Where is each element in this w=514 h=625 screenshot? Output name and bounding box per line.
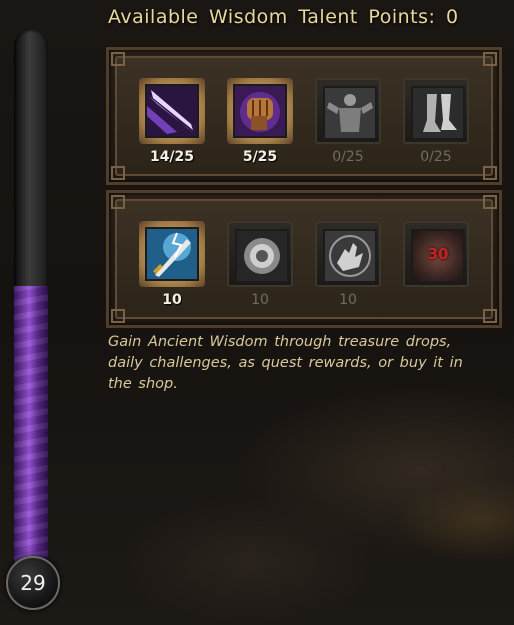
blade-slash-icon <box>145 84 199 138</box>
talent-points-warrior: 0/25 <box>332 149 364 165</box>
talent-slot-fist[interactable] <box>227 78 293 144</box>
talent-slot-legs[interactable] <box>403 78 469 144</box>
warrior-stance-icon <box>323 86 377 140</box>
wisdom-description: Gain Ancient Wisdom through treasure dro… <box>108 334 463 392</box>
talent-slot-warrior[interactable] <box>315 78 381 144</box>
talent-slot-locked[interactable]: 30 <box>403 221 469 287</box>
swirl-orb-icon <box>235 229 289 283</box>
available-points-title: Available Wisdom Talent Points: 0 <box>108 6 459 28</box>
sword-lightning-icon <box>145 227 199 281</box>
wisdom-level-bar <box>14 30 48 575</box>
talent-points-hand: 10 <box>339 292 357 308</box>
talent-points-sword: 10 <box>162 292 182 308</box>
talent-slot-blade[interactable] <box>139 78 205 144</box>
talent-slot-sword[interactable] <box>139 221 205 287</box>
talent-slot-hand[interactable] <box>315 221 381 287</box>
open-hand-icon <box>323 229 377 283</box>
talent-panel-row2: 10 10 10 30 <box>106 190 502 328</box>
talent-panel-row1: 14/25 5/25 0/25 0/25 <box>106 47 502 185</box>
locked-talent-icon: 30 <box>411 229 465 283</box>
talent-unlock-level: 30 <box>427 245 449 263</box>
talent-points-fist: 5/25 <box>242 149 278 165</box>
wisdom-level-value: 29 <box>6 556 60 610</box>
wisdom-level-fill <box>14 286 48 575</box>
talent-slot-orb[interactable] <box>227 221 293 287</box>
power-fist-icon <box>233 84 287 138</box>
talent-points-legs: 0/25 <box>420 149 452 165</box>
talent-points-blade: 14/25 <box>149 149 195 165</box>
leg-armor-icon <box>411 86 465 140</box>
talent-points-orb: 10 <box>251 292 269 308</box>
